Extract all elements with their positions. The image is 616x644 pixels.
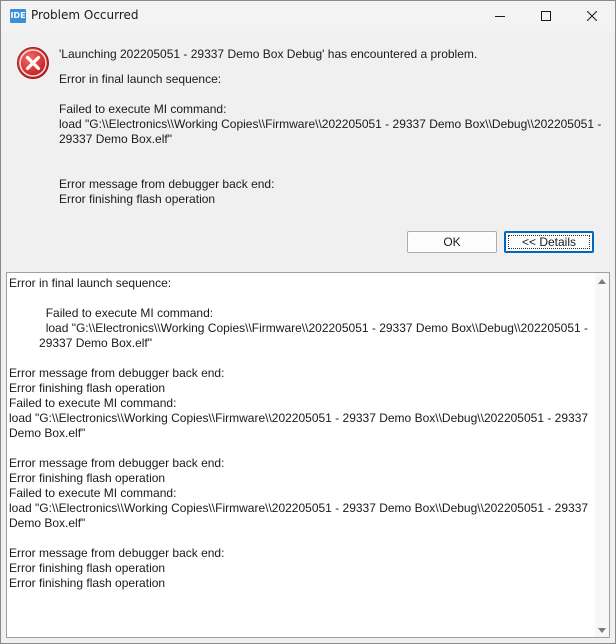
details-line: Error message from debugger back end:: [9, 456, 225, 470]
message-line: 29337 Demo Box.elf": [59, 132, 172, 146]
details-button[interactable]: << Details: [504, 231, 594, 253]
details-line: [9, 291, 593, 306]
details-line: Error message from debugger back end:: [9, 366, 225, 380]
details-text: Error in final launch sequence: Failed t…: [9, 276, 593, 591]
details-line: Failed to execute MI command:: [9, 306, 214, 320]
maximize-icon: [541, 11, 551, 21]
message-line: Error message from debugger back end:: [59, 177, 275, 191]
details-line: Error finishing flash operation: [9, 381, 166, 395]
close-button[interactable]: [569, 1, 615, 31]
details-line: Demo Box.elf": [9, 516, 86, 530]
scroll-up-arrow-icon[interactable]: [598, 279, 606, 284]
details-line: Error message from debugger back end:: [9, 546, 225, 560]
details-line: load "G:\\Electronics\\Working Copies\\F…: [9, 321, 589, 335]
minimize-button[interactable]: [477, 1, 523, 31]
details-text-area[interactable]: Error in final launch sequence: Failed t…: [6, 272, 610, 638]
details-line: load "G:\\Electronics\\Working Copies\\F…: [9, 411, 589, 425]
window-title: Problem Occurred: [31, 8, 139, 22]
message-line: Error finishing flash operation: [59, 192, 216, 206]
details-line: 29337 Demo Box.elf": [9, 336, 153, 350]
details-line: Failed to execute MI command:: [9, 396, 177, 410]
error-headline: 'Launching 202205051 - 29337 Demo Box De…: [59, 47, 478, 61]
details-line: Error in final launch sequence:: [9, 276, 172, 290]
close-icon: [587, 11, 597, 21]
details-line: Error finishing flash operation: [9, 471, 166, 485]
ok-button[interactable]: OK: [407, 231, 497, 253]
minimize-icon: [495, 16, 505, 17]
vertical-scrollbar[interactable]: [595, 273, 609, 637]
title-bar[interactable]: IDE Problem Occurred: [1, 1, 615, 31]
error-icon: [17, 47, 49, 79]
details-button-label: << Details: [521, 235, 577, 249]
details-line: Demo Box.elf": [9, 426, 86, 440]
details-line: [9, 531, 593, 546]
maximize-button[interactable]: [523, 1, 569, 31]
problem-dialog: IDE Problem Occurred 'Launching 20220505…: [0, 0, 616, 644]
details-line: load "G:\\Electronics\\Working Copies\\F…: [9, 501, 589, 515]
details-line: Error finishing flash operation: [9, 561, 166, 575]
details-line: [9, 441, 593, 456]
details-line: Error finishing flash operation: [9, 576, 166, 590]
message-line: Error in final launch sequence:: [59, 72, 222, 86]
details-line: Failed to execute MI command:: [9, 486, 177, 500]
message-line: Failed to execute MI command:: [59, 102, 227, 116]
message-line: load "G:\\Electronics\\Working Copies\\F…: [59, 117, 602, 131]
details-line: [9, 351, 593, 366]
app-icon: IDE: [10, 9, 26, 23]
scroll-down-arrow-icon[interactable]: [598, 628, 606, 633]
